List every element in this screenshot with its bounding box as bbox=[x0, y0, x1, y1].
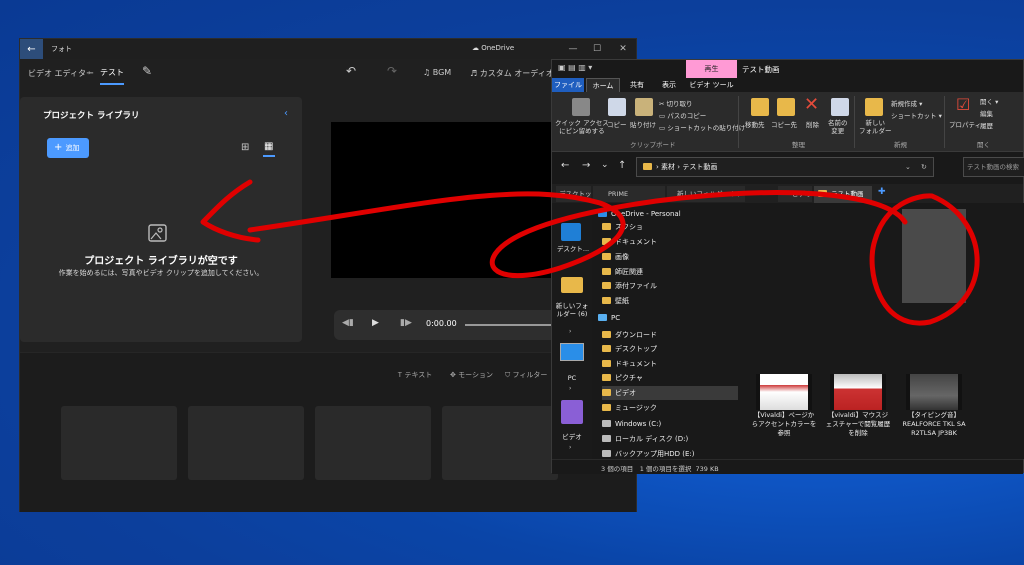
drag-arrow bbox=[247, 190, 908, 279]
red-annotation bbox=[200, 179, 980, 326]
highlight-circle bbox=[869, 193, 980, 326]
